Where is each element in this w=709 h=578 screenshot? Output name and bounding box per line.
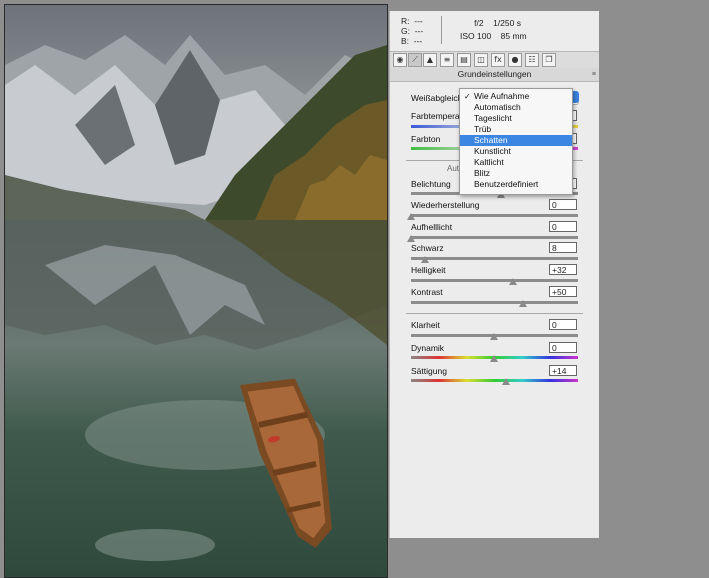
wb-option-custom[interactable]: Benutzerdefiniert [460,179,572,190]
snapshots-icon[interactable]: ❐ [542,53,556,67]
lens-corrections-icon[interactable]: ◫ [474,53,488,67]
vibrance-label: Dynamik [411,343,445,353]
histogram-icon[interactable]: ◉ [393,53,407,67]
section-title: Grundeinstellungen ≡ [390,68,599,82]
recovery-slider[interactable] [411,214,578,217]
white-balance-label: Weißabgleich: [411,93,465,103]
brightness-field[interactable]: +32 [549,264,577,275]
fill-light-label: Aufhelllicht [411,222,453,232]
clarity-slider-thumb[interactable] [490,333,498,340]
focal-length: 85 mm [500,31,527,41]
blacks-slider-thumb[interactable] [421,256,429,263]
brightness-slider[interactable] [411,279,578,282]
presets-icon[interactable]: ☷ [525,53,539,67]
wb-option-auto[interactable]: Automatisch [460,102,572,113]
saturation-label: Sättigung [411,366,447,376]
contrast-slider-thumb[interactable] [519,300,527,307]
brightness-label: Helligkeit [411,265,446,275]
g-value: --- [414,26,424,36]
info-readout: R: --- G: --- B: --- f/2 1/250 s ISO 100… [390,11,599,51]
effects-icon[interactable]: fx [491,53,505,67]
recovery-slider-thumb[interactable] [407,213,415,220]
brightness-slider-thumb[interactable] [509,278,517,285]
saturation-field[interactable]: +14 [549,365,577,376]
fill-light-slider-thumb[interactable] [407,235,415,242]
panel-tabs-toolbar: ◉ ⟋ ▲ ≡ ▤ ◫ fx ● ☷ ❐ [390,51,599,69]
aperture: f/2 [474,18,484,28]
white-balance-dropdown[interactable]: ✓ Wie Aufnahme Automatisch Tageslicht Trü… [459,88,573,195]
detail-icon[interactable]: ▲ [423,53,437,67]
contrast-field[interactable]: +50 [549,286,577,297]
vibrance-field[interactable]: 0 [549,342,577,353]
saturation-slider[interactable] [411,379,578,382]
shutter-speed: 1/250 s [493,18,521,28]
checkmark-icon: ✓ [464,92,471,101]
recovery-field[interactable]: 0 [549,199,577,210]
wb-option-daylight[interactable]: Tageslicht [460,113,572,124]
clarity-field[interactable]: 0 [549,319,577,330]
rgb-readout: R: --- G: --- B: --- [401,16,424,46]
divider [406,313,583,314]
exposure-label: Belichtung [411,179,451,189]
tint-label: Farbton [411,134,441,144]
vibrance-slider-thumb[interactable] [490,355,498,362]
wb-option-shade[interactable]: Schatten [460,135,572,146]
readout-divider [441,16,442,44]
wb-option-fluorescent[interactable]: Kaltlicht [460,157,572,168]
contrast-slider[interactable] [411,301,578,304]
hsl-icon[interactable]: ≡ [440,53,454,67]
clarity-label: Klarheit [411,320,440,330]
wb-option-as-shot[interactable]: ✓ Wie Aufnahme [460,91,572,102]
image-preview[interactable] [4,4,388,578]
iso: ISO 100 [460,31,492,41]
blacks-slider[interactable] [411,257,578,260]
landscape-photo [5,5,387,577]
split-toning-icon[interactable]: ▤ [457,53,471,67]
fill-light-field[interactable]: 0 [549,221,577,232]
panel-menu-icon[interactable]: ≡ [592,68,596,81]
camera-info: f/2 1/250 s ISO 100 85 mm [460,17,527,43]
wb-option-flash[interactable]: Blitz [460,168,572,179]
blacks-field[interactable]: 8 [549,242,577,253]
saturation-slider-thumb[interactable] [502,378,510,385]
contrast-label: Kontrast [411,287,443,297]
b-value: --- [413,36,423,46]
recovery-label: Wiederherstellung [411,200,480,210]
camera-calibration-icon[interactable]: ● [508,53,522,67]
blacks-label: Schwarz [411,243,444,253]
tone-curve-icon[interactable]: ⟋ [408,53,422,67]
wb-option-cloudy[interactable]: Trüb [460,124,572,135]
wb-option-tungsten[interactable]: Kunstlicht [460,146,572,157]
r-value: --- [414,16,423,26]
fill-light-slider[interactable] [411,236,578,239]
